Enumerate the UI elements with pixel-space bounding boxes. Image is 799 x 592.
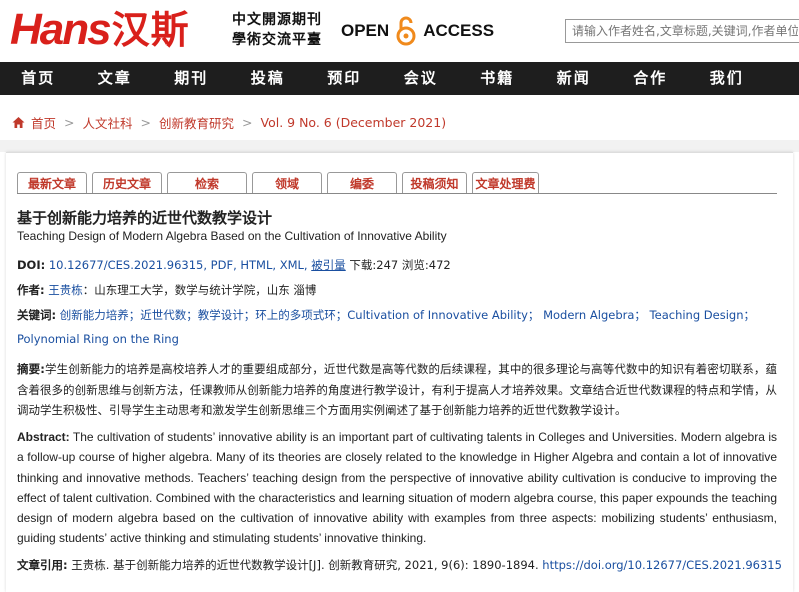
breadcrumb-separator: > (140, 115, 151, 130)
citation-text: 王贵栋. 基于创新能力培养的近世代数教学设计[J]. 创新教育研究, 2021,… (71, 558, 539, 572)
nav-item-books[interactable]: 书籍 (459, 62, 536, 95)
keyword-link-polynomial-ring[interactable]: Polynomial Ring on the Ring (17, 332, 179, 346)
main-nav: 首页 文章 期刊 投稿 预印 会议 书籍 新闻 合作 我们 (0, 62, 799, 95)
citation-row: 文章引用: 王贵栋. 基于创新能力培养的近世代数教学设计[J]. 创新教育研究,… (17, 557, 782, 573)
view-count: 浏览:472 (401, 258, 451, 272)
tab-fields[interactable]: 领域 (252, 172, 322, 194)
keywords-row-2: Polynomial Ring on the Ring (17, 332, 179, 346)
article-title-en: Teaching Design of Modern Algebra Based … (17, 229, 447, 243)
doi-row: DOI: 10.12677/CES.2021.96315, PDF, HTML,… (17, 257, 451, 273)
abstract-cn: 摘要:学生创新能力的培养是高校培养人才的重要组成部分，近世代数是高等代数的后续课… (17, 359, 777, 421)
breadcrumb: 首页 > 人文社科 > 创新教育研究 > Vol. 9 No. 6 (Decem… (12, 113, 446, 132)
tab-archive[interactable]: 历史文章 (92, 172, 162, 194)
logo-cjk-text: 汉斯 (111, 8, 190, 52)
author-link[interactable]: 王贵栋 (48, 283, 83, 297)
keywords-label: 关键词: (17, 308, 57, 322)
keywords-row: 关键词: 创新能力培养；近世代数；教学设计；环上的多项式环；Cultivatio… (17, 307, 755, 323)
citation-doi-link[interactable]: https://doi.org/10.12677/CES.2021.96315 (542, 558, 782, 572)
abstract-en-label: Abstract: (17, 430, 70, 444)
tab-search[interactable]: 检索 (167, 172, 247, 194)
nav-item-news[interactable]: 新闻 (536, 62, 613, 95)
tagline-line-2: 學術交流平臺 (232, 32, 322, 48)
cited-by-link[interactable]: 被引量 (311, 258, 346, 272)
citation-label: 文章引用: (17, 558, 68, 572)
article-title-cn: 基于创新能力培养的近世代数教学设计 (17, 209, 273, 227)
tab-apc[interactable]: 文章处理费 (472, 172, 539, 194)
open-access-badge: OPEN ACCESS (341, 16, 494, 46)
journal-tabs: 最新文章 历史文章 检索 领域 编委 投稿须知 文章处理费 (17, 172, 544, 194)
open-lock-icon (395, 16, 417, 46)
nav-item-about[interactable]: 我们 (689, 62, 766, 95)
author-row: 作者: 王贵栋：山东理工大学，数学与统计学院，山东 淄博 (17, 282, 316, 298)
nav-item-home[interactable]: 首页 (0, 62, 77, 95)
keywords-links[interactable]: 创新能力培养；近世代数；教学设计；环上的多项式环；Cultivation of … (60, 308, 755, 322)
site-tagline: 中文開源期刊 學術交流平臺 (232, 10, 322, 50)
content-gap (0, 140, 799, 152)
breadcrumb-issue[interactable]: Vol. 9 No. 6 (December 2021) (261, 115, 447, 130)
abstract-cn-label: 摘要: (17, 362, 45, 376)
breadcrumb-separator: > (242, 115, 253, 130)
breadcrumb-humanities[interactable]: 人文社科 (83, 113, 133, 132)
oa-access-text: ACCESS (423, 21, 495, 40)
nav-item-cooperation[interactable]: 合作 (612, 62, 689, 95)
doi-label: DOI: (17, 258, 46, 272)
nav-item-conferences[interactable]: 会议 (383, 62, 460, 95)
breadcrumb-journal[interactable]: 创新教育研究 (159, 113, 234, 132)
breadcrumb-separator: > (64, 115, 75, 130)
author-label: 作者: (17, 283, 45, 297)
abstract-en: Abstract: The cultivation of students’ i… (17, 427, 777, 549)
nav-item-articles[interactable]: 文章 (77, 62, 154, 95)
oa-open-text: OPEN (341, 21, 390, 40)
abstract-cn-text: 学生创新能力的培养是高校培养人才的重要组成部分，近世代数是高等代数的后续课程，其… (17, 362, 777, 417)
download-count: 下载:247 (349, 258, 399, 272)
tab-latest-articles[interactable]: 最新文章 (17, 172, 87, 194)
tab-editorial-board[interactable]: 编委 (327, 172, 397, 194)
logo-latin-text: Hans (10, 5, 112, 54)
breadcrumb-home[interactable]: 首页 (31, 113, 56, 132)
nav-item-journals[interactable]: 期刊 (153, 62, 230, 95)
nav-item-submit[interactable]: 投稿 (230, 62, 307, 95)
author-affiliation: ：山东理工大学，数学与统计学院，山东 淄博 (82, 283, 317, 297)
doi-link[interactable]: 10.12677/CES.2021.96315, PDF, HTML, XML, (49, 258, 308, 272)
tab-divider (17, 193, 777, 194)
hans-logo[interactable]: Hans 汉斯 (10, 6, 190, 54)
nav-item-preprint[interactable]: 预印 (306, 62, 383, 95)
search-input[interactable] (565, 19, 799, 43)
home-icon (12, 116, 25, 129)
site-header: Hans 汉斯 中文開源期刊 學術交流平臺 OPEN ACCESS (0, 0, 799, 62)
abstract-en-text: The cultivation of students’ innovative … (17, 430, 777, 546)
tagline-line-1: 中文開源期刊 (232, 12, 322, 28)
tab-author-guidelines[interactable]: 投稿须知 (402, 172, 467, 194)
